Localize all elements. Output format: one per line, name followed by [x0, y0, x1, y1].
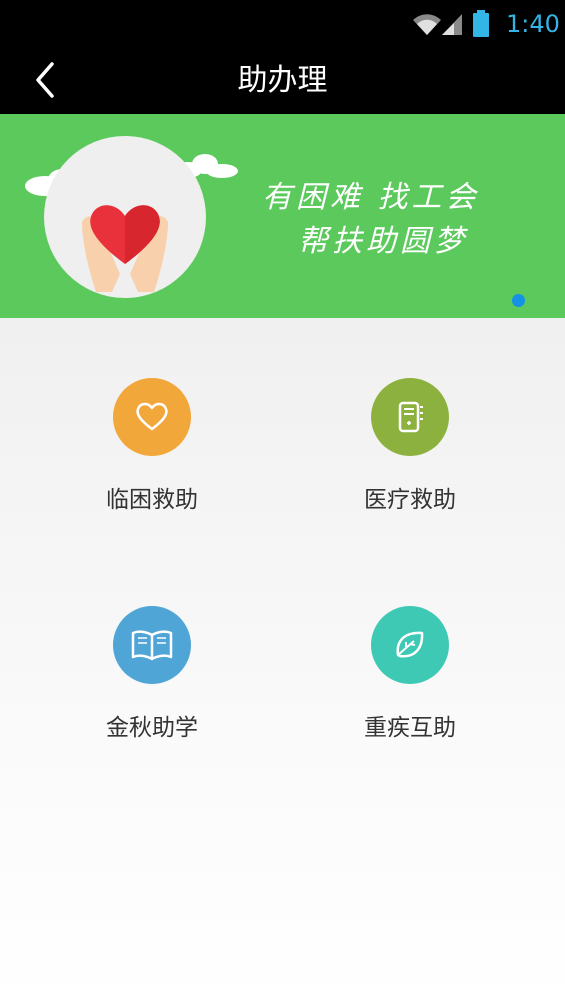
wifi-icon	[413, 14, 441, 35]
title-bar: 助办理	[0, 48, 565, 114]
signal-icon	[442, 14, 462, 35]
banner[interactable]: 有困难 找工会 帮扶助圆梦	[0, 114, 565, 318]
service-linkun-jiuzhu[interactable]: 临困救助	[52, 378, 252, 514]
service-label: 重疾互助	[364, 715, 456, 741]
page-title: 助办理	[237, 63, 328, 98]
back-arrow-icon[interactable]	[28, 60, 68, 100]
services-grid: 临困救助 医疗救助 金秋助学 重疾互助	[0, 318, 565, 1007]
service-zhongji-huzhu[interactable]: 重疾互助	[310, 606, 510, 742]
battery-icon	[473, 10, 489, 37]
slogan-line-2: 帮扶助圆梦	[298, 224, 468, 259]
carousel-indicator[interactable]	[512, 294, 525, 307]
status-bar: 1:40	[0, 0, 565, 48]
service-label: 临困救助	[106, 487, 198, 513]
service-label: 金秋助学	[106, 715, 198, 741]
banner-slogan: 有困难 找工会 帮扶助圆梦	[262, 176, 480, 264]
service-jinqiu-zhuxue[interactable]: 金秋助学	[52, 606, 252, 742]
status-time: 1:40	[506, 10, 560, 38]
heart-icon	[113, 378, 191, 456]
service-label: 医疗救助	[364, 487, 456, 513]
service-yiliao-jiuzhu[interactable]: 医疗救助	[310, 378, 510, 514]
heart-in-hands-illustration	[25, 136, 238, 298]
leaf-icon	[371, 606, 449, 684]
book-icon	[113, 606, 191, 684]
slogan-line-1: 有困难 找工会	[262, 180, 480, 215]
medical-record-icon	[371, 378, 449, 456]
